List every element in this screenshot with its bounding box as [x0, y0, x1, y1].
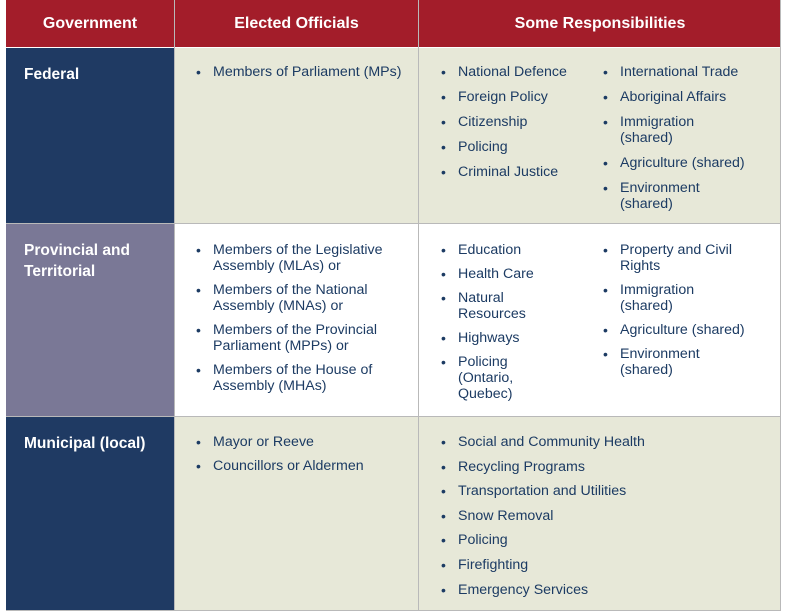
list-item: Members of the Provincial Parliament (MP…: [188, 322, 403, 354]
list-item: Policing: [433, 532, 763, 548]
list-item: Members of the Legislative Assembly (MLA…: [188, 242, 403, 274]
row-federal-responsibilities: National Defence Foreign Policy Citizens…: [419, 48, 781, 223]
list-item: Members of Parliament (MPs): [188, 64, 403, 80]
row-federal-elected: Members of Parliament (MPs): [175, 48, 418, 223]
government-label: Municipal (local): [24, 435, 146, 452]
government-label: Federal: [24, 66, 80, 83]
list-item: Property and Civil Rights: [595, 242, 738, 274]
list-item: Aboriginal Affairs: [595, 89, 777, 105]
header-government: Government: [6, 0, 174, 47]
list-item: Recycling Programs: [433, 459, 763, 475]
list-item: Immigration (shared): [595, 282, 730, 314]
table-border-bottom: [6, 610, 781, 611]
responsibility-list-right: Property and Civil Rights Immigration (s…: [595, 242, 777, 378]
list-item: Snow Removal: [433, 508, 763, 524]
list-item: Transportation and Utilities: [433, 483, 763, 499]
row-municipal-responsibilities: Social and Community Health Recycling Pr…: [419, 417, 781, 611]
list-item: Emergency Services: [433, 582, 763, 598]
list-item: Policing: [433, 139, 583, 155]
responsibility-list-right: International Trade Aboriginal Affairs I…: [595, 64, 777, 212]
responsibility-list-left: Education Health Care Natural Resources …: [433, 242, 553, 402]
list-item: Natural Resources: [433, 290, 558, 322]
header-responsibilities: Some Responsibilities: [419, 0, 781, 47]
list-item: International Trade: [595, 64, 777, 80]
row-provincial-government: Provincial and Territorial: [6, 224, 174, 416]
list-item: Firefighting: [433, 557, 763, 573]
responsibility-list: Social and Community Health Recycling Pr…: [433, 434, 763, 598]
elected-list: Members of the Legislative Assembly (MLA…: [188, 242, 403, 394]
row-municipal-government: Municipal (local): [6, 417, 174, 611]
table-border-right: [780, 0, 781, 611]
header-elected-officials: Elected Officials: [175, 0, 418, 47]
row-provincial-elected: Members of the Legislative Assembly (MLA…: [175, 224, 418, 416]
list-item: Agriculture (shared): [595, 322, 777, 338]
list-item: Mayor or Reeve: [188, 434, 403, 450]
list-item: Members of the National Assembly (MNAs) …: [188, 282, 403, 314]
list-item: National Defence: [433, 64, 583, 80]
row-municipal-elected: Mayor or Reeve Councillors or Aldermen: [175, 417, 418, 611]
list-item: Immigration (shared): [595, 114, 730, 146]
column-divider: [174, 0, 175, 611]
government-table: Government Elected Officials Some Respon…: [6, 0, 781, 611]
list-item: Policing (Ontario, Quebec): [433, 354, 548, 402]
column-divider: [418, 0, 419, 611]
list-item: Members of the House of Assembly (MHAs): [188, 362, 403, 394]
responsibility-list-left: National Defence Foreign Policy Citizens…: [433, 64, 583, 180]
list-item: Health Care: [433, 266, 553, 282]
list-item: Councillors or Aldermen: [188, 458, 403, 474]
list-item: Agriculture (shared): [595, 155, 777, 171]
list-item: Citizenship: [433, 114, 583, 130]
list-item: Environment (shared): [595, 346, 730, 378]
elected-list: Mayor or Reeve Councillors or Aldermen: [188, 434, 403, 474]
elected-list: Members of Parliament (MPs): [188, 64, 403, 80]
row-federal-government: Federal: [6, 48, 174, 223]
row-provincial-responsibilities: Education Health Care Natural Resources …: [419, 224, 781, 416]
list-item: Foreign Policy: [433, 89, 583, 105]
list-item: Environment (shared): [595, 180, 730, 212]
list-item: Education: [433, 242, 553, 258]
list-item: Criminal Justice: [433, 164, 583, 180]
row-divider: [6, 223, 781, 224]
government-label: Provincial and Territorial: [24, 242, 130, 280]
list-item: Social and Community Health: [433, 434, 763, 450]
list-item: Highways: [433, 330, 553, 346]
row-divider: [6, 416, 781, 417]
